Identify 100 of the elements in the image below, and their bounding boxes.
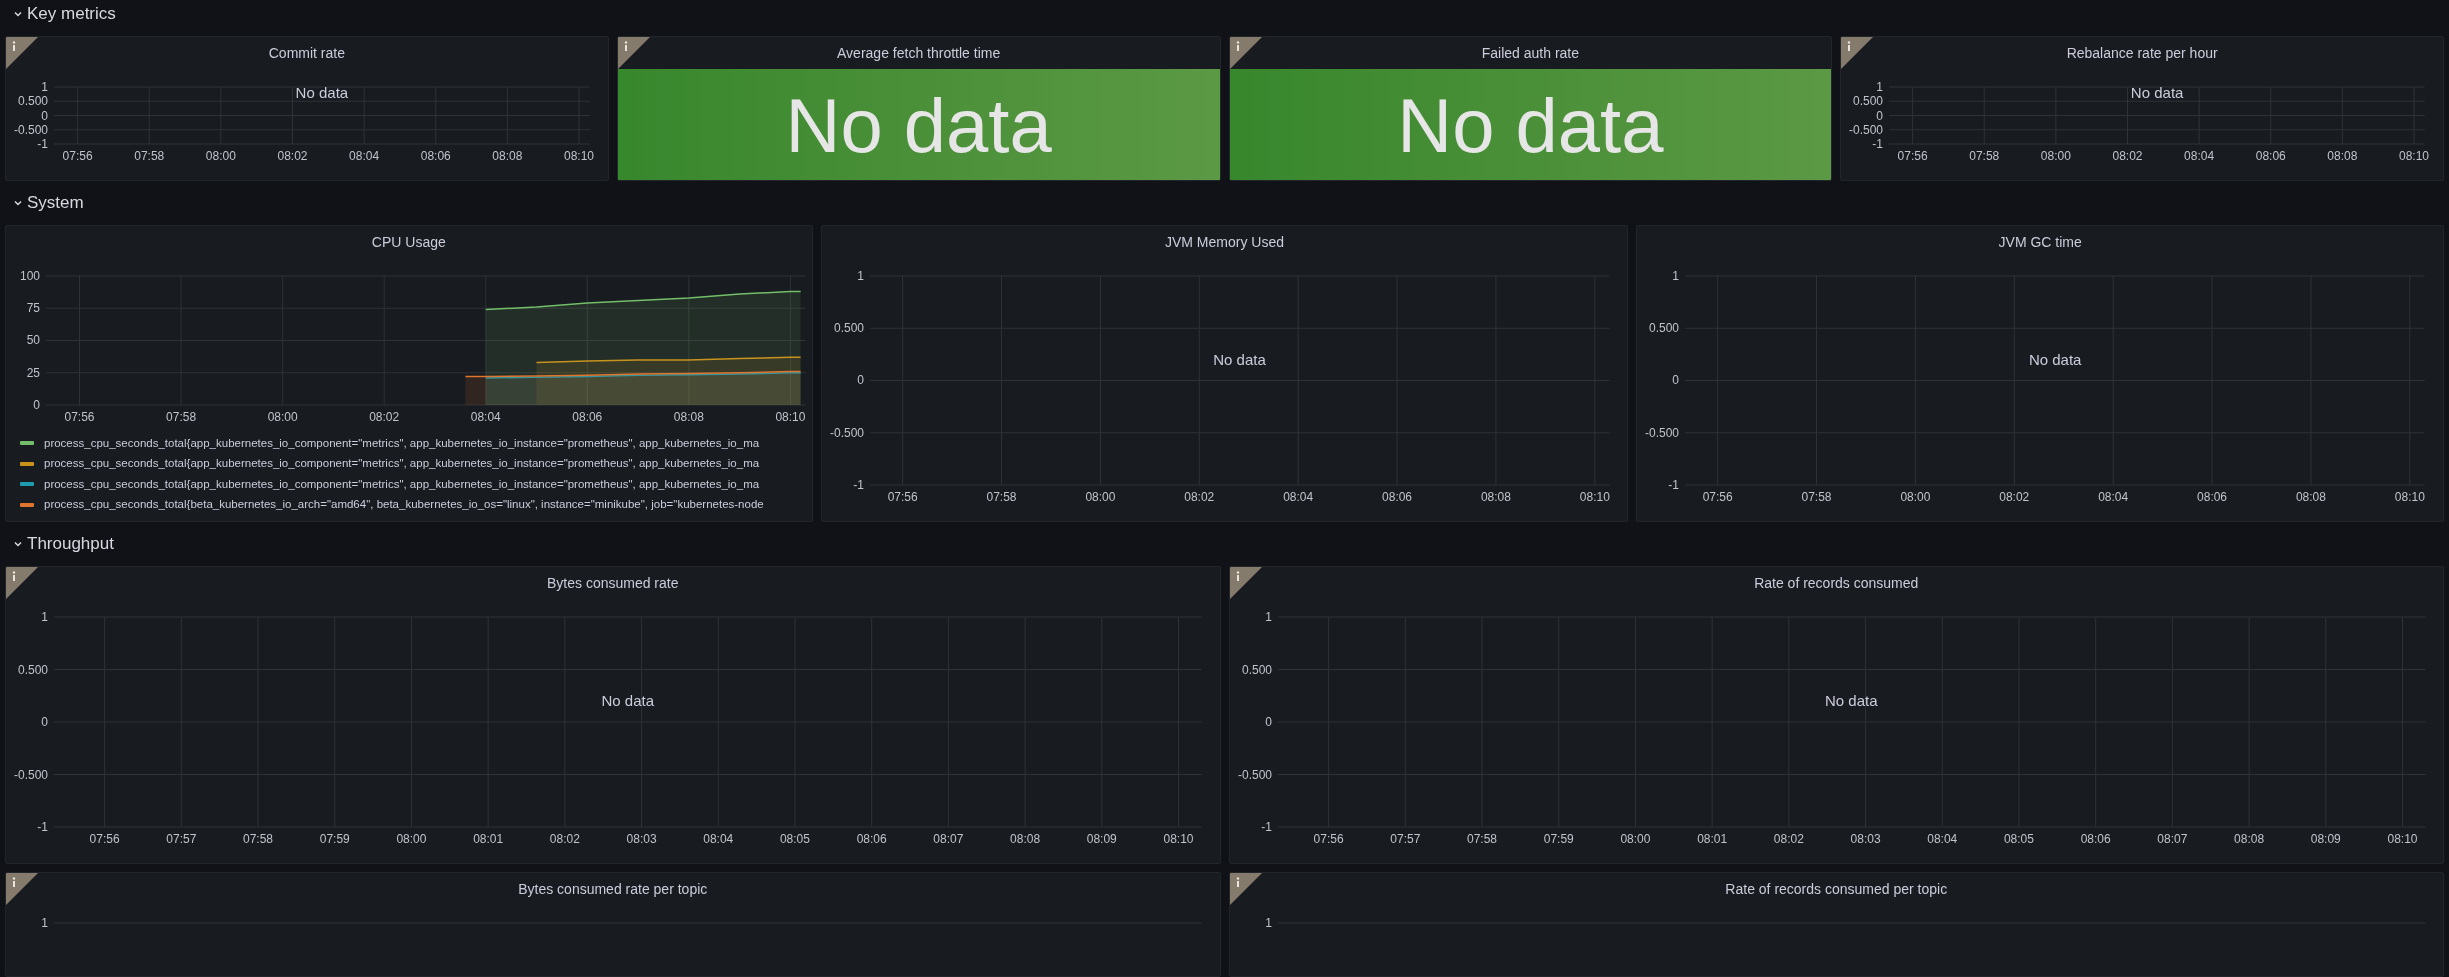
axis-label: 0.500 xyxy=(17,662,48,677)
no-data-message: No data xyxy=(295,82,349,103)
info-corner-icon[interactable] xyxy=(6,567,38,599)
axis-label: 08:02 xyxy=(1773,832,1804,846)
axis-label: 08:06 xyxy=(572,410,603,424)
axis-label: 08:06 xyxy=(420,149,451,163)
axis-label: 1 xyxy=(1264,916,1272,930)
axis-label: 08:04 xyxy=(1926,832,1957,846)
panel-title: Failed auth rate xyxy=(1481,43,1579,63)
axis-label: 08:06 xyxy=(1381,490,1412,504)
axis-label: 08:08 xyxy=(1480,490,1511,504)
axis-label: 08:10 xyxy=(2386,832,2417,846)
axis-label: 08:02 xyxy=(1999,490,2030,504)
axis-label: 25 xyxy=(26,365,40,380)
panel-title: Rebalance rate per hour xyxy=(2066,43,2218,63)
axis-label: 08:02 xyxy=(549,832,580,846)
axis-label: 08:04 xyxy=(2184,149,2215,163)
panel-title: JVM Memory Used xyxy=(1164,232,1284,252)
axis-label: 07:59 xyxy=(319,832,350,846)
axis-label: 08:10 xyxy=(2395,490,2426,504)
axis-label: 75 xyxy=(26,301,40,316)
axis-label: 08:07 xyxy=(933,832,964,846)
axis-label: -1 xyxy=(37,820,48,834)
axis-label: 0 xyxy=(857,373,864,388)
axis-label: 1 xyxy=(1264,610,1272,624)
axis-label: -0.500 xyxy=(1645,425,1680,440)
row-toggle[interactable]: Throughput xyxy=(5,531,114,557)
axis-label: -1 xyxy=(1260,820,1272,834)
panel-title: Rate of records consumed per topic xyxy=(1725,879,1948,899)
axis-label: 08:06 xyxy=(856,832,887,846)
axis-label: -0.500 xyxy=(1237,767,1272,782)
axis-label: 0.500 xyxy=(17,94,48,109)
axis-label: 07:59 xyxy=(1543,832,1574,846)
axis-label: 07:58 xyxy=(243,832,274,846)
axis-label: 08:10 xyxy=(1163,832,1194,846)
legend-label[interactable]: process_cpu_seconds_total{beta_kubernetes_io_arch="amd64", beta_kubernetes_io_os="linux", instance="minikube", job="kubernetes-node xyxy=(44,496,764,514)
legend-label[interactable]: process_cpu_seconds_total{app_kubernetes_io_component="metrics", app_kubernetes_io_instance="prometheus", app_kubernetes_io_ma xyxy=(44,475,760,493)
axis-label: 08:00 xyxy=(205,149,236,163)
panel-title: Commit rate xyxy=(268,43,345,63)
axis-label: 08:02 xyxy=(369,410,400,424)
axis-label: 07:58 xyxy=(986,490,1017,504)
axis-label: -1 xyxy=(853,478,864,492)
info-corner-icon[interactable] xyxy=(6,37,38,69)
axis-label: 08:10 xyxy=(775,410,806,424)
info-corner-icon[interactable] xyxy=(617,37,650,69)
info-corner-icon[interactable] xyxy=(6,873,38,905)
info-corner-icon[interactable] xyxy=(1229,37,1262,69)
axis-label: 07:56 xyxy=(89,832,120,846)
axis-label: 07:57 xyxy=(166,832,197,846)
axis-label: 08:06 xyxy=(2197,490,2228,504)
axis-label: 07:56 xyxy=(62,149,93,163)
axis-label: 08:10 xyxy=(2399,149,2430,163)
axis-label: 08:06 xyxy=(2256,149,2286,163)
axis-label: 07:58 xyxy=(134,149,165,163)
axis-label: 08:00 xyxy=(2041,149,2072,163)
no-data-message: No data xyxy=(2028,349,2082,370)
axis-label: 07:57 xyxy=(1389,832,1420,846)
axis-label: 08:02 xyxy=(2112,149,2143,163)
axis-label: 08:08 xyxy=(2327,149,2358,163)
axis-label: 1 xyxy=(1672,269,1680,283)
axis-label: 07:58 xyxy=(166,410,197,424)
axis-label: 08:05 xyxy=(2003,832,2034,846)
axis-label: -0.500 xyxy=(13,122,48,137)
axis-label: -1 xyxy=(37,137,48,151)
info-corner-icon[interactable] xyxy=(1229,873,1262,905)
axis-label: 07:56 xyxy=(1702,490,1733,504)
info-corner-icon[interactable] xyxy=(1229,567,1262,599)
axis-label: 08:09 xyxy=(2310,832,2341,846)
stat-value: No data xyxy=(1397,82,1664,170)
axis-label: 08:08 xyxy=(673,410,704,424)
axis-label: 1 xyxy=(857,269,864,283)
row-toggle[interactable]: System xyxy=(5,190,84,216)
axis-label: 0 xyxy=(1264,715,1272,729)
axis-label: 1 xyxy=(1876,80,1884,94)
no-data-message: No data xyxy=(601,690,654,711)
axis-label: 08:02 xyxy=(277,149,308,163)
axis-label: 08:04 xyxy=(349,149,380,163)
info-corner-icon[interactable] xyxy=(1841,37,1874,69)
axis-label: 0 xyxy=(41,715,48,729)
axis-label: 07:58 xyxy=(1801,490,1832,504)
axis-label: -0.500 xyxy=(1849,122,1884,137)
axis-label: 08:04 xyxy=(470,410,501,424)
axis-label: 1 xyxy=(41,610,48,624)
legend-label[interactable]: process_cpu_seconds_total{app_kubernetes_io_component="metrics", app_kubernetes_io_instance="prometheus", app_kubernetes_io_ma xyxy=(44,434,760,452)
axis-label: 08:10 xyxy=(1579,490,1610,504)
axis-label: 08:00 xyxy=(1085,490,1116,504)
axis-label: 08:04 xyxy=(703,832,734,846)
row-toggle[interactable]: Key metrics xyxy=(5,1,116,27)
legend-label[interactable]: process_cpu_seconds_total{app_kubernetes_io_component="metrics", app_kubernetes_io_instance="prometheus", app_kubernetes_io_ma xyxy=(44,455,760,473)
axis-label: 07:56 xyxy=(64,410,95,424)
axis-label: 08:04 xyxy=(2098,490,2129,504)
axis-label: 07:56 xyxy=(1313,832,1344,846)
axis-label: 08:08 xyxy=(2233,832,2264,846)
axis-label: 08:00 xyxy=(396,832,427,846)
panel-title: Average fetch throttle time xyxy=(837,43,1001,63)
axis-label: 100 xyxy=(20,269,40,283)
axis-label: 50 xyxy=(26,333,40,348)
axis-label: 08:00 xyxy=(267,410,298,424)
axis-label: 1 xyxy=(41,916,48,930)
axis-label: 08:03 xyxy=(1850,832,1881,846)
